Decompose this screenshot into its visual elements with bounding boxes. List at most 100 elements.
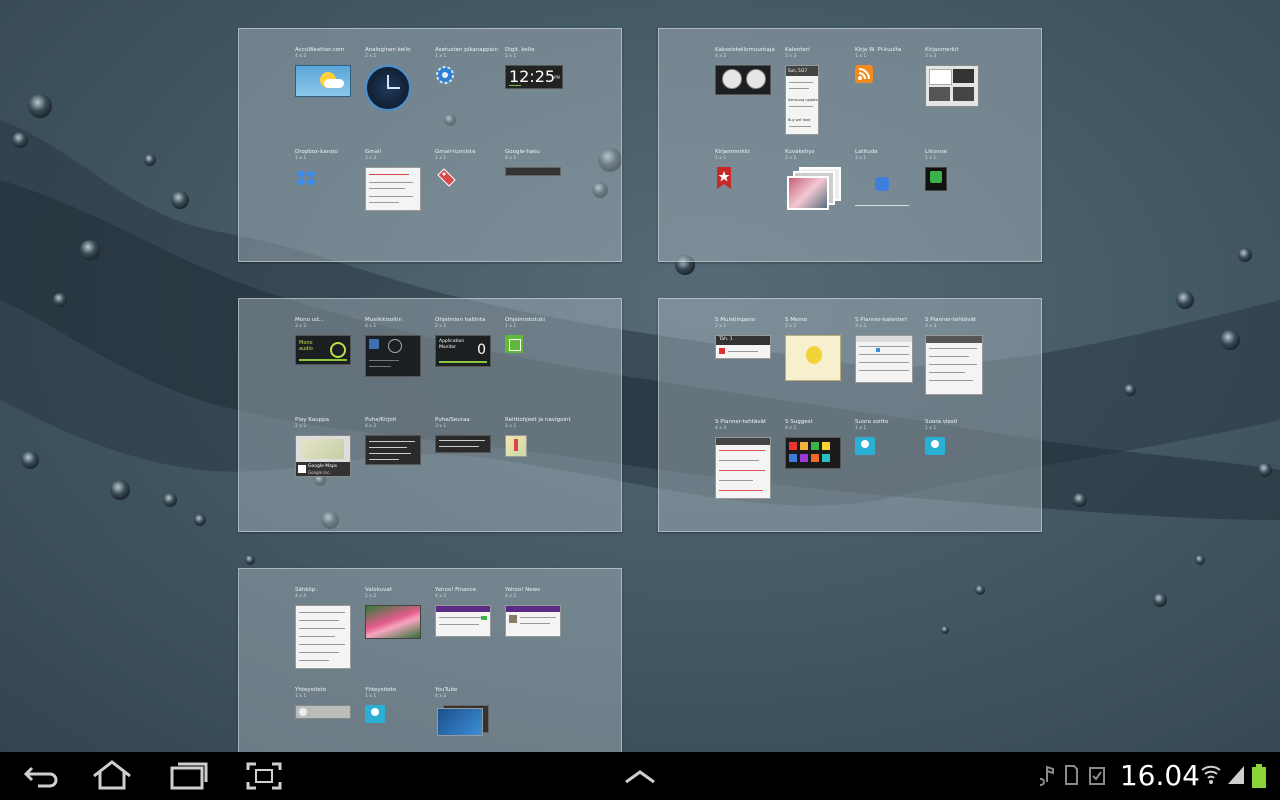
speech-follow-preview: [435, 435, 491, 453]
s-note-preview: Täh. 1: [715, 335, 771, 359]
widget-s-planner-tasks-2[interactable]: S Planner-tehtävät 4 x 3: [715, 419, 781, 499]
s-note-icon: [719, 348, 725, 354]
widget-yahoo-news[interactable]: Yahoo! News 4 x 2: [505, 587, 571, 637]
rss-icon: [855, 65, 873, 83]
signal-strength-icon: [1228, 766, 1244, 784]
s-planner-tasks-2-preview: [715, 437, 771, 499]
s-planner-tasks-preview: [925, 335, 983, 395]
widget-speech-follow[interactable]: Puhe/Seuraa 3 x 1: [435, 417, 501, 453]
widget-rss-feed[interactable]: Kirja W. Pl-kuulta 1 x 1: [855, 47, 921, 83]
widget-s-note[interactable]: S Muistiinpano 2 x 1 Täh. 1: [715, 317, 781, 359]
widget-play-store[interactable]: Play Kauppa 2 x 2 Google Maps Google Inc…: [295, 417, 361, 477]
label-tag-icon: [435, 167, 457, 189]
expand-panel-button[interactable]: [618, 758, 662, 794]
screenshot-button[interactable]: [242, 758, 286, 794]
widget-page-3[interactable]: Mono ud... 3 x 2 Mono audio Musiikkisoit…: [238, 298, 622, 532]
widget-speech-writing[interactable]: Puhe/Kirjoit 4 x 2: [365, 417, 431, 465]
widget-bookmark[interactable]: Kirjanmerkki 1 x 1: [715, 149, 781, 189]
widget-s-memo[interactable]: S Memo 2 x 2: [785, 317, 851, 381]
widget-bookmarks[interactable]: Kirjanmerkit 3 x 3: [925, 47, 991, 107]
back-button[interactable]: [18, 758, 62, 794]
latitude-preview: [855, 167, 909, 206]
headphones-icon: [330, 342, 346, 358]
widget-photo-frame[interactable]: Kuvakehys 2 x 2: [785, 149, 851, 210]
android-license-icon: [925, 167, 947, 191]
widget-s-planner-calendar[interactable]: S Planner-kalenteri 3 x 3: [855, 317, 921, 383]
speech-writing-preview: [365, 435, 421, 465]
widget-dual-clock[interactable]: Kaksoiskellomuuntaja 4 x 2: [715, 47, 781, 95]
bookmarks-grid-preview: [925, 65, 979, 107]
google-search-bar-preview: [505, 167, 561, 176]
clock-face-icon: [746, 69, 766, 89]
widget-yahoo-finance[interactable]: Yahoo! Finance 4 x 2: [435, 587, 501, 637]
widget-s-suggest[interactable]: S Suggest 4 x 2: [785, 419, 851, 469]
music-player-preview: [365, 335, 421, 377]
mono-audio-preview: Mono audio: [295, 335, 351, 365]
widget-analog-clock[interactable]: Analoginen kello 2 x 2: [365, 47, 431, 111]
chevron-up-icon: [625, 770, 655, 784]
widget-page-4[interactable]: S Muistiinpano 2 x 1 Täh. 1 S Memo 2 x 2…: [658, 298, 1042, 532]
widget-settings-shortcut[interactable]: Asetusten pikanappain 1 x 1: [435, 47, 501, 84]
widget-page-5[interactable]: Sähköp. 4 x 4 Valokuvat 2 x 2 Yahoo! Fin…: [238, 568, 622, 753]
dual-clock-preview: [715, 65, 771, 95]
widget-s-planner-tasks[interactable]: S Planner-tehtävät 4 x 3: [925, 317, 991, 395]
widget-digital-clock[interactable]: Digit. kello 2 x 1 12:25 PM: [505, 47, 571, 89]
widget-direct-call[interactable]: Suora soitto 1 x 1: [855, 419, 921, 455]
clipboard-check-icon: [1089, 767, 1105, 785]
home-button[interactable]: [90, 758, 134, 794]
bookmark-star-icon: [715, 167, 733, 189]
play-store-preview: Google Maps Google Inc.: [295, 435, 351, 477]
status-clock: 16.04: [1119, 759, 1200, 792]
gear-icon: [435, 65, 455, 85]
play-icon: [388, 339, 402, 353]
widget-dropbox[interactable]: Dropbox-kansio 1 x 1: [295, 149, 361, 186]
direct-call-contact-icon: [855, 437, 875, 455]
bird-icon: [806, 346, 822, 364]
widget-gmail[interactable]: Gmail 3 x 3: [365, 149, 431, 211]
widget-latitude[interactable]: Latitude 3 x 1: [855, 149, 921, 206]
photos-preview: [365, 605, 421, 639]
widget-mono-audio[interactable]: Mono ud... 3 x 2 Mono audio: [295, 317, 361, 365]
recent-apps-button[interactable]: [166, 758, 210, 794]
widget-photos[interactable]: Valokuvat 2 x 2: [365, 587, 431, 639]
application-monitor-preview: Application Monitor 0: [435, 335, 491, 367]
widget-software-support[interactable]: Ohjelmistotuki 1 x 1: [505, 317, 571, 353]
accuweather-preview: [295, 65, 351, 97]
clock-face-icon: [722, 69, 742, 89]
widget-gmail-label[interactable]: Gmail-tunniste 1 x 1: [435, 149, 501, 187]
widget-direct-message[interactable]: Suora viesti 1 x 1: [925, 419, 991, 455]
calendar-preview: Sun, 5/27 Samsung update Buy pet food: [785, 65, 819, 135]
email-preview: [295, 605, 351, 669]
play-store-icon: [298, 465, 306, 473]
widget-email[interactable]: Sähköp. 4 x 4: [295, 587, 361, 669]
widget-music-player[interactable]: Musiikkisoitin 4 x 1: [365, 317, 431, 377]
contact-icon: [365, 705, 385, 723]
digital-clock-preview: 12:25 PM: [505, 65, 563, 89]
widget-application-monitor[interactable]: Ohjelmien hallinta 2 x 2 Application Mon…: [435, 317, 501, 367]
photo-stack-preview: [785, 167, 841, 211]
home-icon: [93, 760, 131, 790]
wifi-icon: [1201, 765, 1221, 784]
widget-navigation[interactable]: Reittiohjeet ja navigointi 1 x 1: [505, 417, 571, 457]
music-note-icon: [1040, 765, 1054, 786]
s-memo-preview: [785, 335, 841, 381]
widget-youtube[interactable]: YouTube 4 x 2: [435, 687, 501, 736]
s-suggest-preview: [785, 437, 841, 469]
s-planner-calendar-preview: [855, 335, 913, 383]
software-support-icon: [505, 335, 523, 353]
widget-page-1[interactable]: AccuWeather.com 4 x 2 Analoginen kello 2…: [238, 28, 622, 262]
analog-clock-icon: [365, 65, 411, 111]
yahoo-news-preview: [505, 605, 561, 637]
widget-google-search[interactable]: Google-haku 4 x 1: [505, 149, 571, 176]
widget-page-2[interactable]: Kaksoiskellomuuntaja 4 x 2 Kalenteri 3 x…: [658, 28, 1042, 262]
person-icon: [875, 177, 889, 191]
youtube-preview: [435, 705, 489, 736]
water-splash-wallpaper: [0, 94, 1280, 634]
widget-contact-2[interactable]: Yhteystieto 1 x 1: [365, 687, 431, 723]
yahoo-finance-preview: [435, 605, 491, 637]
widget-calendar[interactable]: Kalenteri 3 x 3 Sun, 5/27 Samsung update…: [785, 47, 851, 135]
gmail-preview: [365, 167, 421, 211]
widget-license[interactable]: Lilcense 1 x 1: [925, 149, 991, 191]
widget-contact-1[interactable]: Yhteystieto 1 x 1: [295, 687, 361, 719]
widget-accuweather[interactable]: AccuWeather.com 4 x 2: [295, 47, 361, 97]
